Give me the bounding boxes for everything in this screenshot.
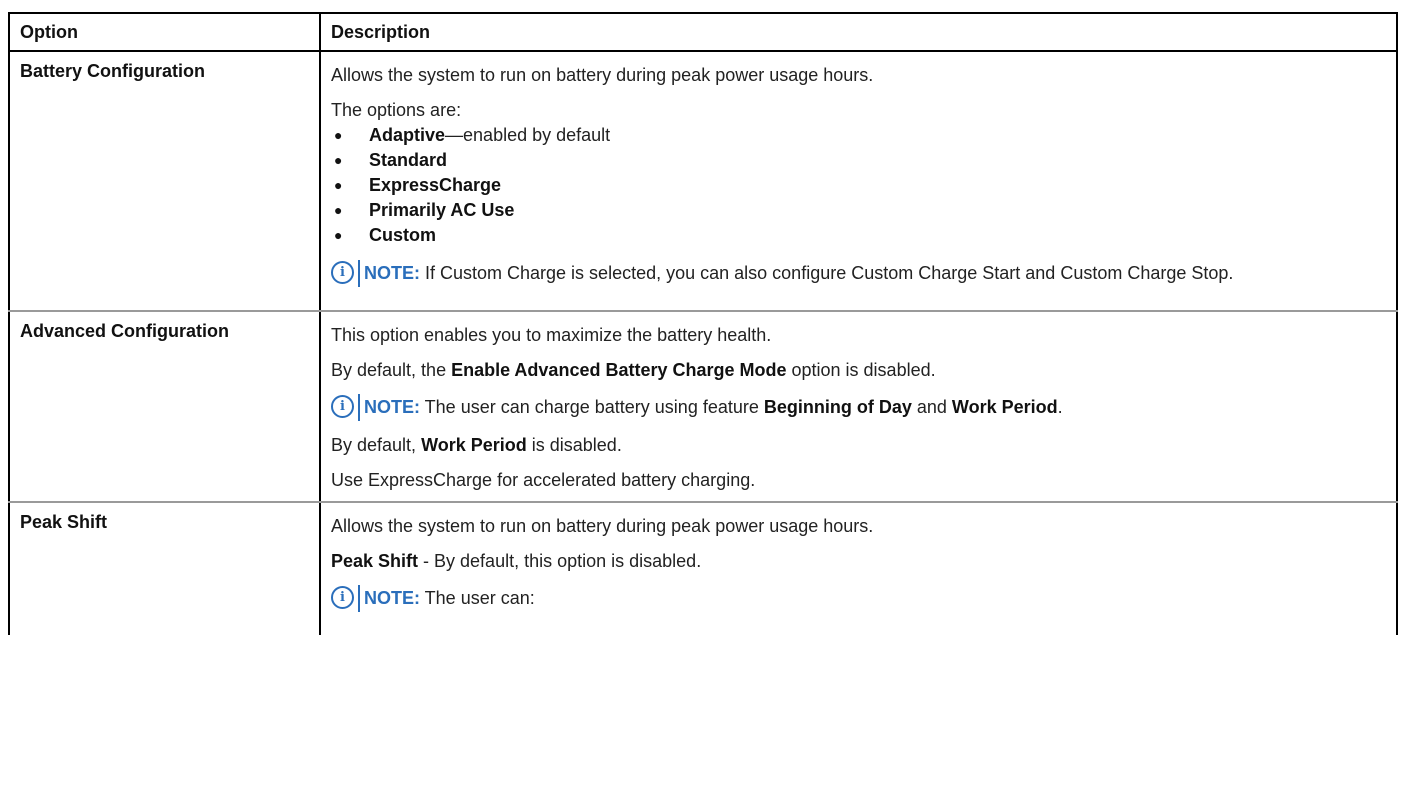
description-text: By default, the Enable Advanced Battery … [331, 360, 936, 380]
note-body: NOTE: The user can: [358, 585, 535, 612]
note-text: If Custom Charge is selected, you can al… [420, 263, 1234, 283]
options-label: The options are: [331, 100, 462, 120]
table-header-row: Option Description [8, 12, 1398, 52]
description-text: Peak Shift - By default, this option is … [331, 551, 702, 571]
info-icon: i [331, 395, 354, 418]
list-item: ● Primarily AC Use [331, 198, 1386, 223]
description-cell: Allows the system to run on battery duri… [319, 502, 1398, 635]
option-name: Peak Shift [20, 512, 108, 532]
note-box: i NOTE: The user can charge battery usin… [331, 394, 1386, 421]
description-cell: Allows the system to run on battery duri… [319, 51, 1398, 312]
table-row: Battery Configuration Allows the system … [8, 51, 1398, 312]
bullet-icon: ● [334, 227, 343, 243]
bullet-icon: ● [334, 202, 343, 218]
note-body: NOTE: If Custom Charge is selected, you … [358, 260, 1233, 287]
description-text: Allows the system to run on battery duri… [331, 65, 874, 85]
bios-options-table: Option Description Battery Configuration… [8, 12, 1398, 635]
bullet-icon: ● [334, 152, 343, 168]
options-list: ● Adaptive—enabled by default ● Standard ●… [331, 123, 1386, 248]
column-header-option: Option [8, 12, 321, 52]
description-text: Allows the system to run on battery duri… [331, 516, 874, 536]
option-name: Advanced Configuration [20, 321, 230, 341]
list-item: ● Adaptive—enabled by default [331, 123, 1386, 148]
note-label: NOTE: [364, 263, 420, 283]
note-text: The user can: [420, 588, 535, 608]
info-icon: i [331, 586, 354, 609]
document-page: Option Description Battery Configuration… [0, 0, 1403, 800]
note-label: NOTE: [364, 588, 420, 608]
description-cell: This option enables you to maximize the … [319, 311, 1398, 503]
list-item: ● Standard [331, 148, 1386, 173]
description-text: Use ExpressCharge for accelerated batter… [331, 470, 756, 490]
note-body: NOTE: The user can charge battery using … [358, 394, 1063, 421]
note-box: i NOTE: The user can: [331, 585, 1386, 612]
note-box: i NOTE: If Custom Charge is selected, yo… [331, 260, 1386, 287]
option-name: Battery Configuration [20, 61, 206, 81]
column-header-description: Description [319, 12, 1398, 52]
bullet-icon: ● [334, 127, 343, 143]
note-label: NOTE: [364, 397, 420, 417]
option-cell: Peak Shift [8, 502, 321, 635]
list-item: ● Custom [331, 223, 1386, 248]
description-text: By default, Work Period is disabled. [331, 435, 622, 455]
bullet-icon: ● [334, 177, 343, 193]
option-cell: Advanced Configuration [8, 311, 321, 503]
info-icon: i [331, 261, 354, 284]
list-item: ● ExpressCharge [331, 173, 1386, 198]
description-text: This option enables you to maximize the … [331, 325, 772, 345]
option-cell: Battery Configuration [8, 51, 321, 312]
table-row: Peak Shift Allows the system to run on b… [8, 502, 1398, 635]
table-row: Advanced Configuration This option enabl… [8, 311, 1398, 503]
